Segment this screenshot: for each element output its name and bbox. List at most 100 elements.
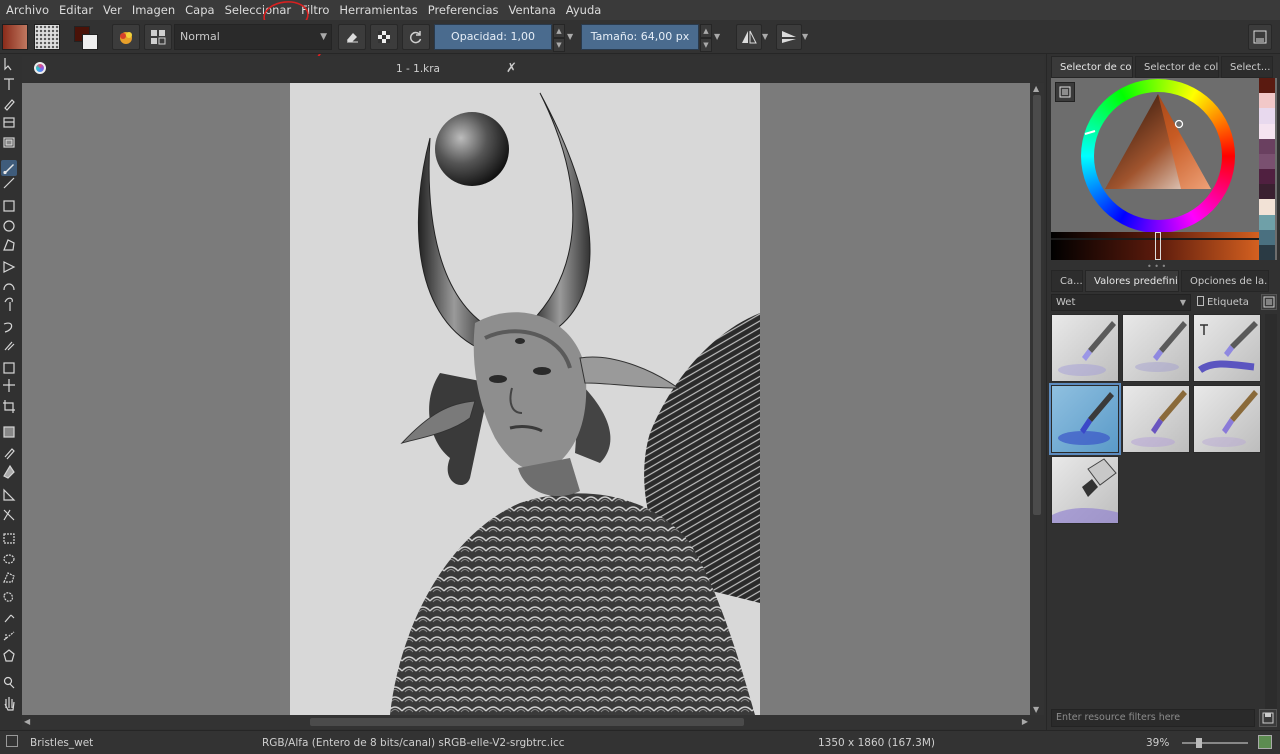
color-selector-settings-button[interactable] (1055, 82, 1075, 102)
mirror-vertical-button[interactable] (776, 24, 802, 50)
background-color[interactable] (82, 34, 98, 50)
palette-swatch[interactable] (1259, 78, 1275, 94)
color-docker-tabs: Selector de co... Selector de col... Sel… (1051, 56, 1275, 78)
checkerboard-icon (378, 31, 390, 43)
mirror-vertical-icon (782, 31, 796, 43)
zoom-slider-handle[interactable] (1196, 738, 1202, 748)
scroll-right-icon[interactable]: ▶ (1022, 717, 1028, 726)
paint-splash-icon (120, 32, 132, 44)
scroll-left-icon[interactable]: ◀ (24, 717, 30, 726)
menu-herramientas[interactable]: Herramientas (334, 0, 422, 20)
scroll-down-icon[interactable]: ▼ (1033, 705, 1039, 714)
palette-swatch[interactable] (1259, 229, 1275, 245)
menu-bar: Archivo Editar Ver Imagen Capa Seleccion… (0, 0, 1280, 20)
mirror-horizontal-button[interactable] (736, 24, 762, 50)
palette-swatch[interactable] (1259, 153, 1275, 170)
status-dimensions: 1350 x 1860 (167.3M) (818, 737, 935, 749)
size-slider[interactable]: Tamaño: 64,00 px (581, 24, 699, 50)
size-text: Tamaño: 64,00 px (582, 25, 698, 49)
palette-swatch[interactable] (1259, 138, 1275, 154)
tag-button[interactable]: Etiqueta (1197, 294, 1259, 311)
mirror-h-menu-arrow[interactable]: ▼ (762, 24, 772, 50)
brush-preset-thumbnail[interactable] (1193, 314, 1261, 382)
palette-swatch[interactable] (1259, 123, 1275, 139)
horizontal-scroll-thumb[interactable] (310, 718, 744, 726)
spin-down-icon[interactable]: ▼ (553, 38, 565, 52)
pattern-selector[interactable] (34, 24, 60, 50)
brush-preset-thumbnail-selected[interactable] (1049, 383, 1121, 455)
spin-down-icon[interactable]: ▼ (700, 38, 712, 52)
palette-swatch[interactable] (1259, 244, 1275, 261)
brush-preset-thumbnail[interactable] (1122, 385, 1190, 453)
zoom-slider[interactable] (1182, 742, 1248, 744)
spin-up-icon[interactable]: ▲ (700, 24, 712, 38)
canvas-area[interactable] (22, 83, 1030, 715)
tag-label: Etiqueta (1207, 297, 1249, 308)
resource-filter-input[interactable]: Enter resource filters here (1051, 709, 1255, 727)
close-icon[interactable]: ✗ (506, 61, 517, 76)
menu-capa[interactable]: Capa (180, 0, 219, 20)
menu-ver[interactable]: Ver (98, 0, 127, 20)
tab-brush-presets[interactable]: Valores predefini... (1085, 270, 1179, 292)
brush-presets-button[interactable] (112, 24, 140, 50)
palette-swatch[interactable] (1259, 199, 1275, 215)
tab-tool-options[interactable]: Opciones de la... (1181, 270, 1269, 292)
status-zoom: 39% (1146, 737, 1170, 749)
tool-options-bar: Normal ▼ Opacidad: 1,00 ▲ ▼ ▼ Tamaño: 64… (0, 20, 1280, 54)
artwork-canvas[interactable] (290, 83, 760, 715)
vertical-scroll-thumb[interactable] (1033, 95, 1041, 515)
menu-ventana[interactable]: Ventana (504, 0, 561, 20)
color-palette-strip[interactable] (1259, 78, 1275, 261)
preset-tag-select[interactable]: Wet ▼ (1051, 294, 1191, 311)
size-menu-arrow[interactable]: ▼ (714, 24, 724, 50)
fg-bg-color-selector[interactable] (72, 24, 102, 50)
document-title[interactable]: 1 - 1.kra (22, 63, 1044, 75)
eraser-mode-button[interactable] (338, 24, 366, 50)
menu-ayuda[interactable]: Ayuda (561, 0, 607, 20)
spin-up-icon[interactable]: ▲ (553, 24, 565, 38)
preset-tag-value: Wet (1056, 297, 1076, 308)
gradient-selector[interactable] (2, 24, 28, 50)
presets-scrollbar[interactable] (1265, 314, 1277, 714)
mirror-v-menu-arrow[interactable]: ▼ (802, 24, 812, 50)
horizontal-scrollbar[interactable]: ◀ ▶ (22, 715, 1030, 729)
opacity-spinbox[interactable]: ▲ ▼ (553, 24, 565, 52)
document-tab-bar: 1 - 1.kra ✗ (22, 56, 1044, 82)
blend-mode-select[interactable]: Normal ▼ (174, 24, 332, 50)
menu-preferencias[interactable]: Preferencias (423, 0, 504, 20)
tab-ca[interactable]: Ca... (1051, 270, 1083, 292)
menu-archivo[interactable]: Archivo (0, 0, 54, 20)
opacity-menu-arrow[interactable]: ▼ (567, 24, 577, 50)
size-label: Tamaño: (590, 30, 638, 43)
brush-preset-thumbnail[interactable] (1193, 385, 1261, 453)
freehand-brush-tool-icon[interactable] (1, 160, 17, 176)
tool-options-menu-button[interactable] (1248, 24, 1272, 50)
preserve-alpha-button[interactable] (370, 24, 398, 50)
opacity-slider[interactable]: Opacidad: 1,00 (434, 24, 552, 50)
brush-preset-thumbnail[interactable] (1122, 314, 1190, 382)
scroll-up-icon[interactable]: ▲ (1033, 84, 1039, 93)
palette-swatch[interactable] (1259, 169, 1275, 185)
brush-preset-thumbnail[interactable] (1051, 314, 1119, 382)
tab-selector-3[interactable]: Select... (1221, 56, 1273, 78)
sv-triangle[interactable] (1081, 79, 1235, 233)
workspaces-button[interactable] (144, 24, 172, 50)
tab-color-selector[interactable]: Selector de col... (1135, 56, 1219, 78)
canvas-only-icon[interactable] (1258, 735, 1272, 749)
color-selector-panel[interactable] (1051, 78, 1277, 261)
palette-swatch[interactable] (1259, 108, 1275, 124)
preset-view-menu-button[interactable] (1261, 294, 1277, 310)
save-filter-button[interactable] (1259, 709, 1277, 727)
palette-swatch[interactable] (1259, 184, 1275, 200)
palette-swatch[interactable] (1259, 214, 1275, 230)
size-spinbox[interactable]: ▲ ▼ (700, 24, 712, 52)
reload-preset-button[interactable] (402, 24, 430, 50)
brush-preset-thumbnail[interactable] (1051, 456, 1119, 524)
menu-imagen[interactable]: Imagen (127, 0, 180, 20)
menu-filtro[interactable]: Filtro (296, 0, 334, 20)
menu-editar[interactable]: Editar (54, 0, 98, 20)
menu-seleccionar[interactable]: Seleccionar (220, 0, 297, 20)
tab-advanced-color-selector[interactable]: Selector de co... (1051, 56, 1133, 78)
palette-swatch[interactable] (1259, 93, 1275, 109)
vertical-scrollbar[interactable]: ▲ ▼ (1030, 83, 1044, 715)
